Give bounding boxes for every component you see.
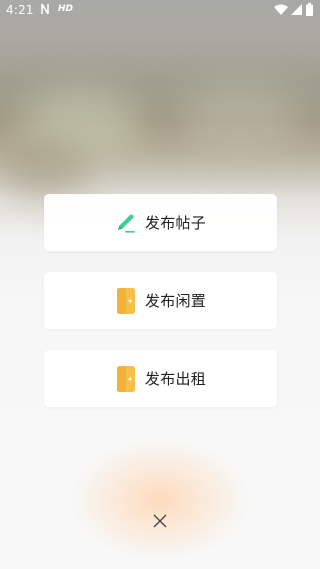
action-label: 发布闲置 — [144, 292, 207, 310]
notification-icon — [41, 3, 50, 18]
close-icon — [153, 513, 167, 532]
battery-icon — [306, 3, 313, 19]
publish-post-button[interactable]: 发布帖子 — [44, 194, 277, 251]
status-time: 4:21 — [6, 3, 34, 17]
wifi-icon — [274, 4, 288, 18]
action-label: 发布出租 — [144, 370, 207, 388]
background-blur — [0, 140, 90, 200]
pencil-icon — [115, 210, 137, 236]
action-label: 发布帖子 — [144, 214, 207, 232]
status-bar: 4:21 HD — [0, 0, 320, 22]
background-blur — [180, 80, 300, 160]
publish-rent-button[interactable]: 发布出租 — [44, 350, 277, 407]
publish-idle-button[interactable]: 发布闲置 — [44, 272, 277, 329]
door-icon — [115, 287, 137, 314]
close-button[interactable] — [150, 512, 170, 532]
door-icon — [115, 365, 137, 392]
hd-icon: HD — [58, 4, 74, 14]
signal-icon — [291, 4, 302, 18]
